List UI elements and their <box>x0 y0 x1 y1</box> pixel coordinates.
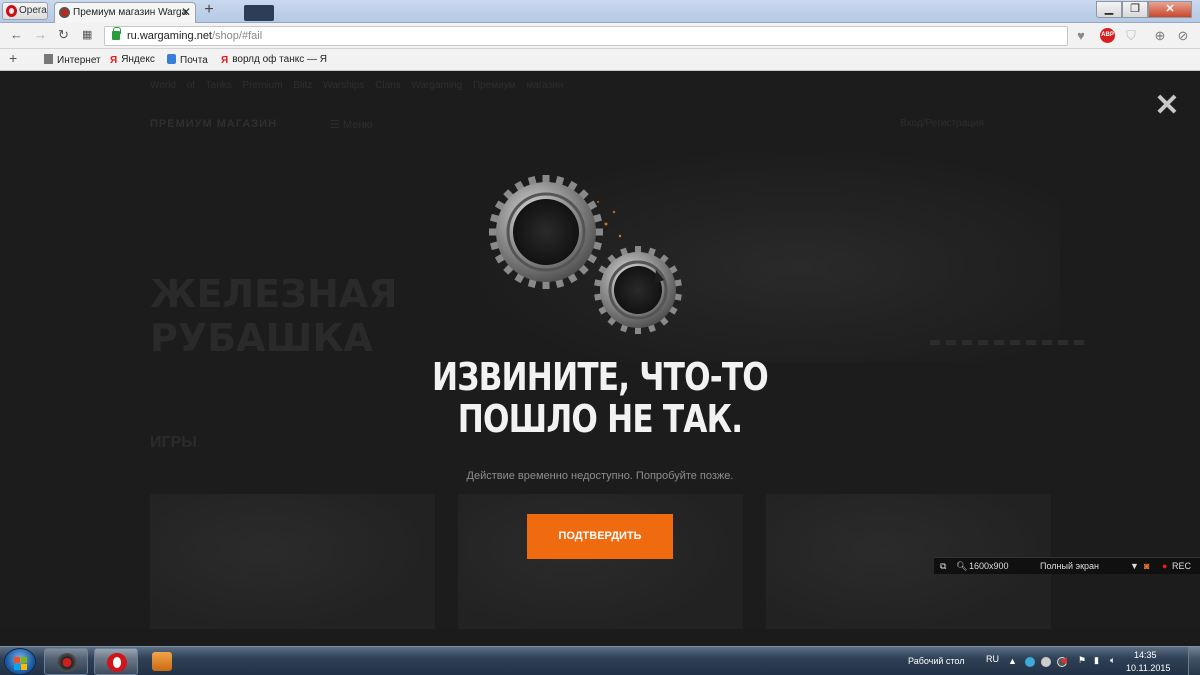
background-menu: ☰ Меню <box>330 119 373 131</box>
tray-app-icon[interactable] <box>1041 657 1051 667</box>
modal-title-line1: ИЗВИНИТЕ, ЧТО-ТО <box>432 355 769 399</box>
yandex-icon: Я <box>221 55 229 66</box>
clock-time[interactable]: 14:35 <box>1134 650 1157 660</box>
bookmark-mail[interactable]: Почта <box>167 54 208 67</box>
recorder-resolution[interactable]: 1600x900 <box>969 558 1009 575</box>
opera-menu-button[interactable]: Opera <box>2 2 48 20</box>
modal-close-button[interactable]: ✕ <box>1154 91 1180 121</box>
new-tab-button[interactable]: + <box>200 2 218 20</box>
close-window-button[interactable]: ✕ <box>1148 1 1192 18</box>
windows-taskbar: Рабочий стол RU ▲ ◀ ⚑ ▮ 🔈︎ 14:35 10.11.2… <box>0 646 1200 675</box>
tray-arrow-icon[interactable]: ▲ <box>1008 656 1017 666</box>
forward-arrow-icon[interactable]: → <box>34 27 47 43</box>
recorder-zoom-icon[interactable]: 🔍︎ <box>956 558 967 575</box>
back-arrow-icon[interactable]: ← <box>10 27 23 43</box>
maximize-button[interactable]: ❐ <box>1122 1 1148 18</box>
confirm-button[interactable]: ПОДТВЕРДИТЬ <box>527 514 673 559</box>
tray-bandicam-icon[interactable]: ◀ <box>1060 655 1067 666</box>
bookmark-wot-search[interactable]: Яворлд оф танкс — Я <box>221 54 327 66</box>
secure-lock-icon <box>112 27 121 40</box>
network-icon[interactable]: ▮ <box>1094 655 1099 666</box>
opera-logo-icon <box>6 5 17 17</box>
modal-subtitle: Действие временно недоступно. Попробуйте… <box>466 470 734 482</box>
url-path: /shop/#fail <box>212 30 263 42</box>
page-viewport: World of Tanks Premium Blitz Warships Cl… <box>0 72 1200 629</box>
browser-tab-strip: Opera Премиум магазин Warga ✕ + ▁ ❐ ✕ <box>0 0 1200 23</box>
skype-icon[interactable] <box>1025 657 1035 667</box>
windows-logo-icon <box>14 657 20 663</box>
background-shop-logo: ПРЕМИУМ МАГАЗИН <box>150 118 278 130</box>
background-top-nav: World of Tanks Premium Blitz Warships Cl… <box>150 80 564 91</box>
wot-launcher-icon <box>57 653 77 672</box>
language-indicator[interactable]: RU <box>986 654 999 664</box>
background-game-card <box>150 494 435 629</box>
wargaming-favicon-icon <box>59 7 70 18</box>
bookmark-internet[interactable]: Интернет <box>44 54 101 67</box>
opera-menu-label: Opera <box>19 5 47 16</box>
taskbar-app-wot[interactable] <box>44 648 88 675</box>
yandex-icon: Я <box>110 55 118 66</box>
opera-icon <box>107 653 127 672</box>
shield-icon[interactable]: ⛉ <box>1124 27 1138 45</box>
action-center-flag-icon[interactable]: ⚑ <box>1078 655 1086 666</box>
broken-gears-icon <box>489 175 682 334</box>
background-carousel-dots <box>930 340 1084 345</box>
modal-title-line2: ПОШЛО НЕ ТАК. <box>457 397 743 441</box>
reload-icon[interactable]: ↻ <box>58 27 69 43</box>
tab-title: Премиум магазин Warga <box>73 7 188 18</box>
taskbar-app-media[interactable] <box>140 648 184 675</box>
volume-icon[interactable]: 🔈︎ <box>1110 655 1115 666</box>
recorder-window-icon[interactable]: ⧉ <box>940 558 946 575</box>
url-field[interactable]: ru.wargaming.net/shop/#fail <box>104 26 1068 46</box>
opera-turbo-icon[interactable]: ⊘ <box>1176 27 1190 45</box>
screen-recorder-bar: ⧉ 🔍︎ 1600x900 Полный экран ▼ ◙ ● REC <box>934 557 1200 574</box>
background-games-heading: ИГРЫ <box>150 434 197 451</box>
background-account-link: Вход/Регистрация <box>900 118 984 129</box>
clock-date[interactable]: 10.11.2015 <box>1126 663 1170 673</box>
document-icon <box>44 54 53 64</box>
recorder-dropdown-icon[interactable]: ▼ <box>1130 558 1139 575</box>
browser-tab-active[interactable]: Премиум магазин Warga ✕ <box>54 2 196 23</box>
start-button[interactable] <box>4 648 36 675</box>
adblock-icon[interactable]: ABP <box>1100 28 1115 43</box>
modal-title: ИЗВИНИТЕ, ЧТО-ТО ПОШЛО НЕ ТАК. <box>354 356 846 440</box>
background-hero-title: ЖЕЛЕЗНАЯ РУБАШКА <box>150 272 398 360</box>
speed-dial-icon[interactable]: ▦ <box>82 27 92 43</box>
add-bookmark-button[interactable]: + <box>9 51 17 65</box>
download-icon[interactable]: ⊕ <box>1153 27 1167 45</box>
taskbar-app-opera[interactable] <box>94 648 138 675</box>
media-player-icon <box>152 652 172 671</box>
mail-icon <box>167 54 176 64</box>
bookmark-yandex[interactable]: Я Яндекс <box>110 54 155 66</box>
bookmarks-bar: + Интернет Я Яндекс Почта Яворлд оф танкс… <box>0 49 1200 71</box>
record-dot-icon: ● <box>1162 561 1168 571</box>
minimize-button[interactable]: ▁ <box>1096 1 1122 18</box>
url-host: ru.wargaming.net <box>127 30 212 42</box>
recorder-camera-icon[interactable]: ◙ <box>1144 558 1149 575</box>
recorder-rec-label[interactable]: REC <box>1172 558 1191 575</box>
address-toolbar: ← → ↻ ▦ ru.wargaming.net/shop/#fail ♥ ⛉ … <box>0 23 1200 49</box>
tab-close-icon[interactable]: ✕ <box>181 3 191 22</box>
bookmark-heart-icon[interactable]: ♥ <box>1073 27 1089 45</box>
show-desktop-button[interactable] <box>1188 647 1200 675</box>
tab-thumbnail[interactable] <box>244 5 274 21</box>
desktop-toolbar-label[interactable]: Рабочий стол <box>908 656 965 666</box>
recorder-mode[interactable]: Полный экран <box>1040 558 1099 575</box>
window-controls: ▁ ❐ ✕ <box>1096 1 1192 19</box>
